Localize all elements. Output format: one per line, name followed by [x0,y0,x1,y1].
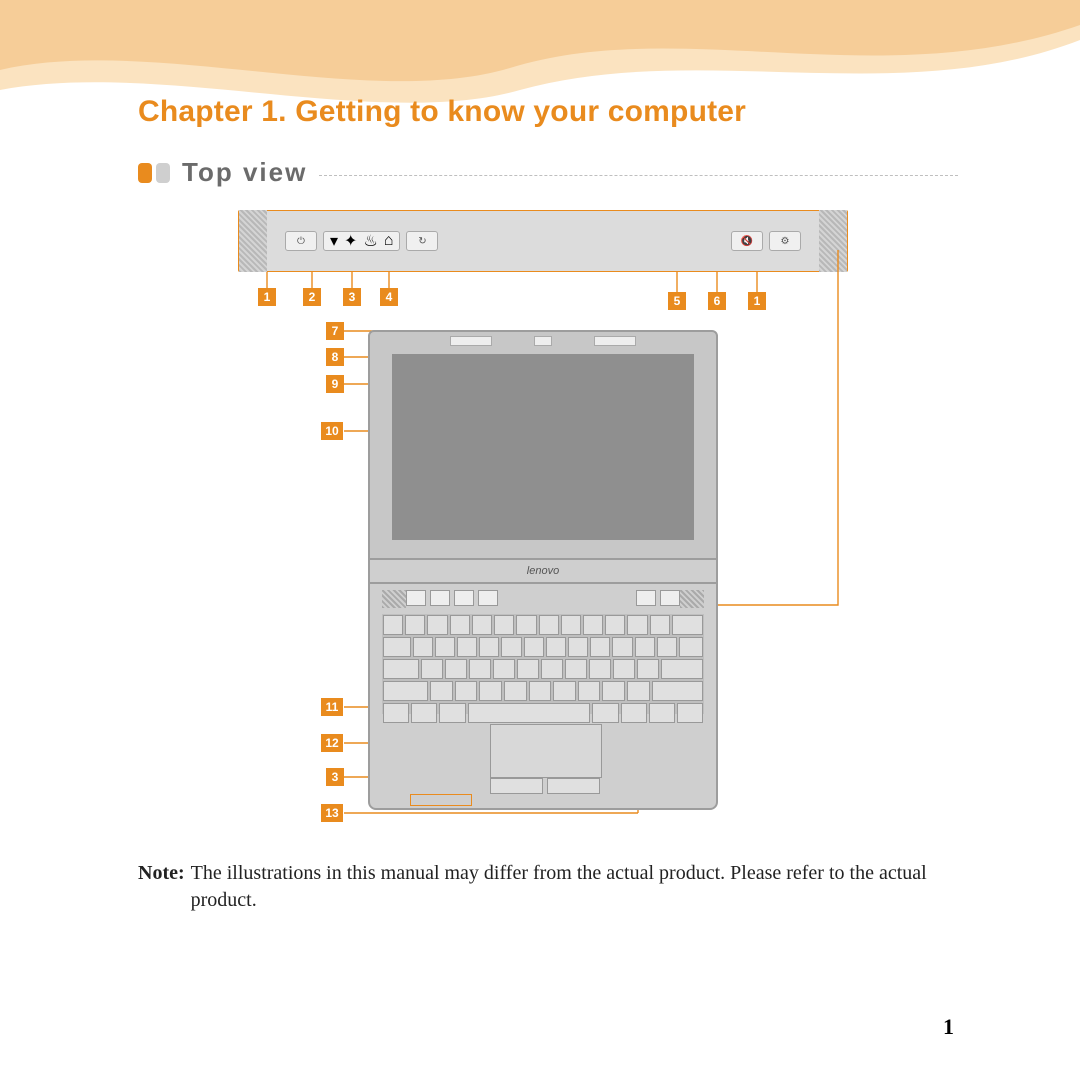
status-indicator-strip [410,794,472,806]
callout-3-lower: 3 [326,768,344,786]
callout-13: 13 [321,804,343,822]
speaker-grill-right [819,210,847,272]
bullet-icon [138,163,152,183]
section-header: Top view [138,157,958,188]
page-number: 1 [943,1014,954,1040]
right-button-cluster: 🔇 ⚙ [721,231,811,251]
top-view-diagram: ⏻ ▾✦♨⌂ ↻ 🔇 ⚙ 1 2 3 4 5 6 1 7 8 9 10 11 1… [138,210,958,850]
callout-10: 10 [321,422,343,440]
laptop-illustration: lenovo [368,330,718,810]
section-title: Top view [182,157,307,188]
callout-12: 12 [321,734,343,752]
note-text: The illustrations in this manual may dif… [191,860,958,914]
bullet-icon [156,163,170,183]
care-button-icon: ⚙ [769,231,801,251]
callout-1: 1 [258,288,276,306]
touchpad [490,724,602,778]
palm-speaker-left [382,590,406,608]
touchpad-button-left [490,778,543,794]
speaker-grill-left [239,210,267,272]
onekey-button-icon: ↻ [406,231,438,251]
laptop-lid [368,330,718,560]
callout-9: 9 [326,375,344,393]
callout-6: 6 [708,292,726,310]
callout-11: 11 [321,698,343,716]
media-buttons-right [636,590,680,608]
section-divider [319,175,958,176]
camera-icon [534,336,552,346]
callout-2: 2 [303,288,321,306]
brand-logo: lenovo [368,560,718,582]
touchpad-button-right [547,778,600,794]
callout-5: 5 [668,292,686,310]
callout-8: 8 [326,348,344,366]
power-button-icon: ⏻ [285,231,317,251]
keyboard [382,614,704,714]
note-block: Note: The illustrations in this manual m… [138,860,958,914]
chapter-title: Chapter 1. Getting to know your computer [138,95,958,129]
callout-3: 3 [343,288,361,306]
microphone-left-icon [450,336,492,346]
callout-7: 7 [326,322,344,340]
laptop-screen [392,354,694,540]
function-button-row [382,590,704,608]
palm-speaker-right [680,590,704,608]
media-buttons-left [406,590,498,608]
touchpad-buttons [490,778,600,794]
indicator-lights: ▾✦♨⌂ [323,231,400,251]
hinge-control-bar: ⏻ ▾✦♨⌂ ↻ 🔇 ⚙ [238,210,848,272]
callout-4: 4 [380,288,398,306]
mute-button-icon: 🔇 [731,231,763,251]
left-button-cluster: ⏻ ▾✦♨⌂ ↻ [275,231,448,251]
lid-top-modules [450,336,636,346]
callout-1-right: 1 [748,292,766,310]
note-label: Note: [138,860,185,914]
microphone-right-icon [594,336,636,346]
section-bullets [138,163,170,183]
laptop-base [368,582,718,810]
